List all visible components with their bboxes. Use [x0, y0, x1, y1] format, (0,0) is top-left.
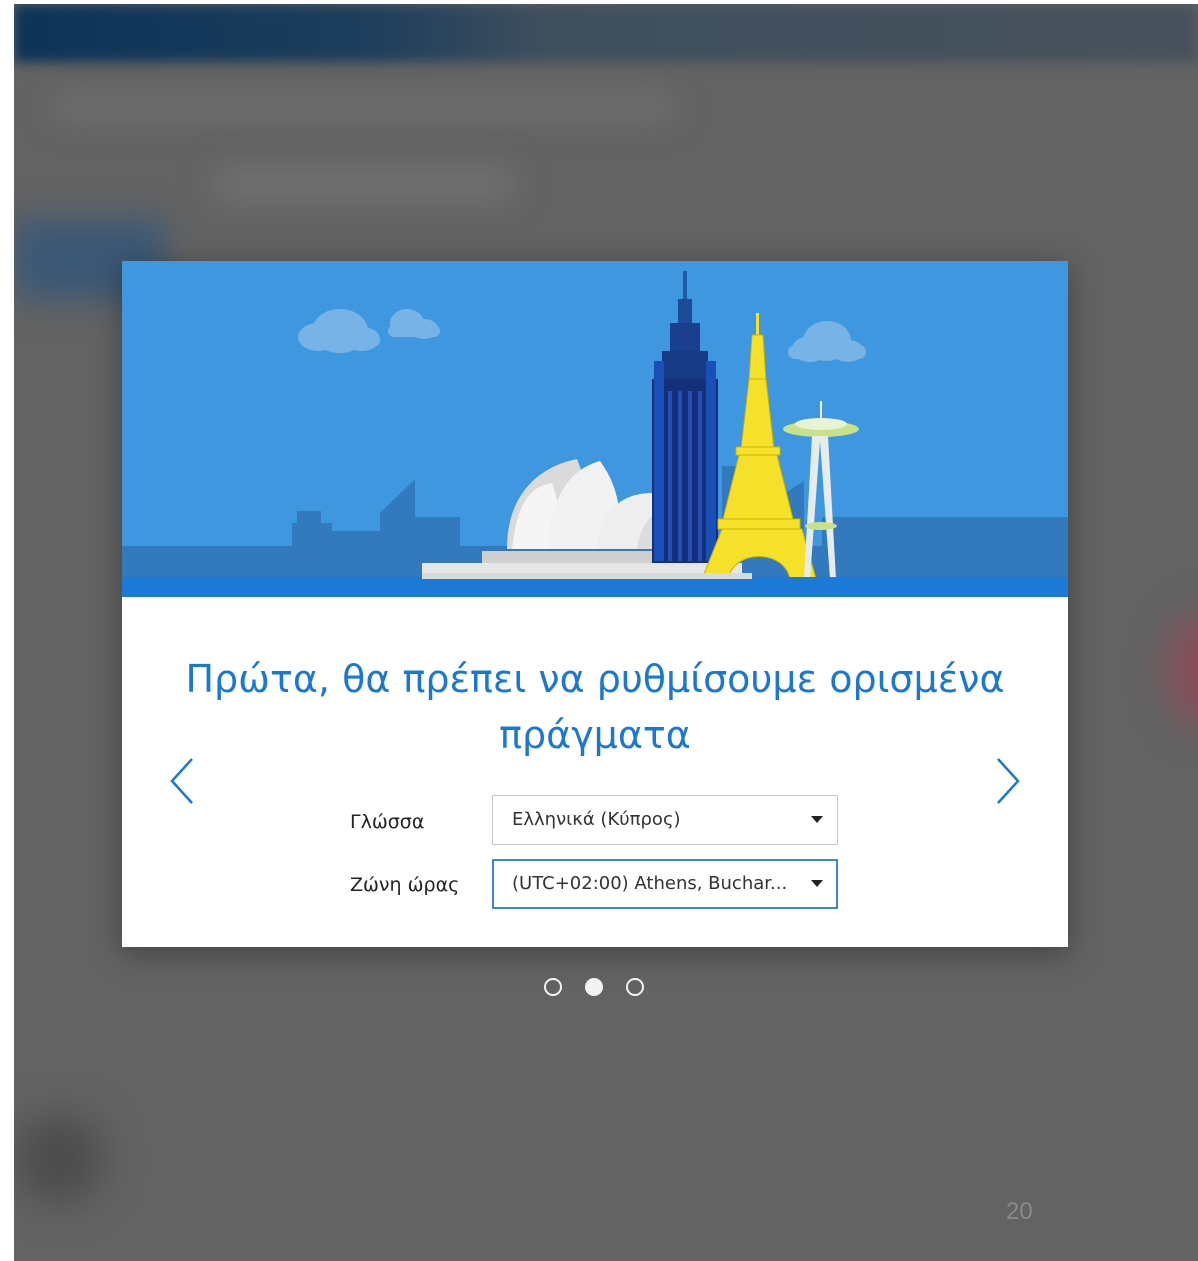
pagination-dots: [544, 978, 654, 1000]
city-skyline-illustration: [122, 261, 1068, 597]
language-select[interactable]: Ελληνικά (Κύπρος): [492, 795, 838, 845]
dialog-title: Πρώτα, θα πρέπει να ρυθμίσουμε ορισμένα …: [185, 657, 1005, 757]
setup-dialog: Πρώτα, θα πρέπει να ρυθμίσουμε ορισμένα …: [122, 261, 1068, 947]
blurred-content: [54, 94, 674, 120]
timezone-label: Ζώνη ώρας: [350, 874, 460, 896]
timezone-select[interactable]: (UTC+02:00) Athens, Buchar...: [492, 859, 838, 909]
language-label: Γλώσσα: [350, 811, 425, 833]
blurred-background: Πρώτα, θα πρέπει να ρυθμίσουμε ορισμένα …: [14, 4, 1198, 1261]
language-value: Ελληνικά (Κύπρος): [512, 809, 681, 830]
page-dot-3[interactable]: [626, 978, 644, 996]
next-button[interactable]: [988, 751, 1028, 811]
previous-button[interactable]: [162, 751, 202, 811]
page-dot-1[interactable]: [544, 978, 562, 996]
page-dot-2[interactable]: [585, 978, 603, 996]
caret-down-icon: [811, 816, 823, 823]
blurred-content: [14, 1114, 104, 1204]
blurred-top-bar: [14, 4, 1198, 62]
timezone-value: (UTC+02:00) Athens, Buchar...: [512, 873, 788, 894]
blurred-content: [1168, 614, 1198, 724]
chevron-left-icon: [170, 758, 193, 804]
chevron-right-icon: [997, 758, 1020, 804]
slide-page-number: 20: [1006, 1198, 1033, 1225]
blurred-content: [214, 164, 514, 204]
caret-down-icon: [811, 880, 823, 887]
